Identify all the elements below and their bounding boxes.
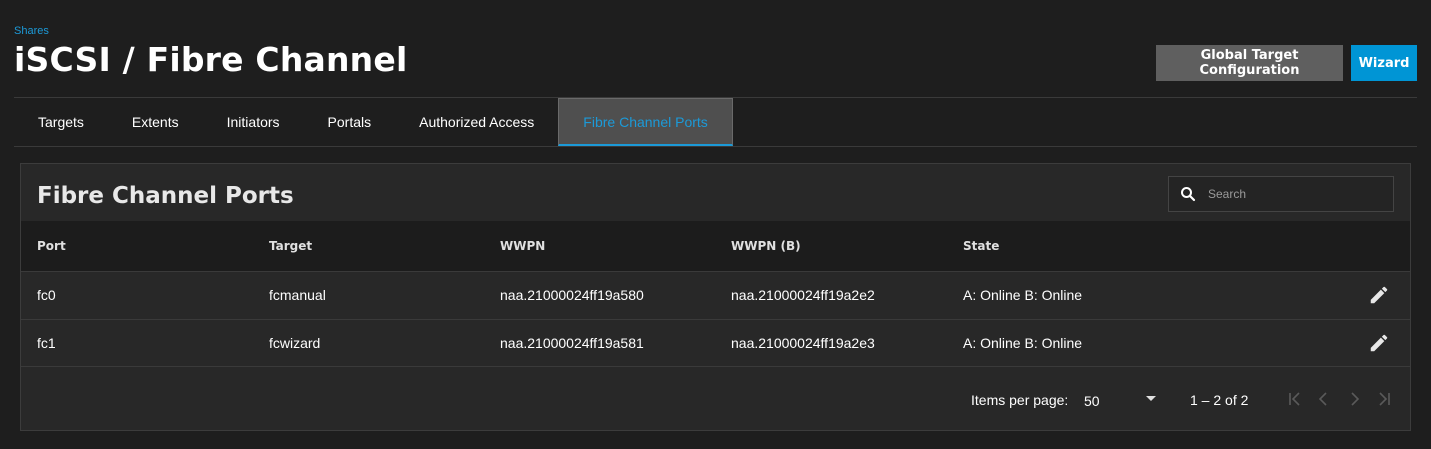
tab-initiators[interactable]: Initiators bbox=[203, 98, 304, 146]
cell-wwpn: naa.21000024ff19a581 bbox=[500, 335, 644, 351]
tab-bar: Targets Extents Initiators Portals Autho… bbox=[14, 98, 733, 146]
header-actions: Global Target Configuration Wizard bbox=[1156, 45, 1417, 81]
column-header-wwpn-b[interactable]: WWPN (B) bbox=[731, 239, 801, 253]
tab-authorized-access[interactable]: Authorized Access bbox=[395, 98, 558, 146]
column-header-target[interactable]: Target bbox=[269, 239, 312, 253]
cell-wwpn-b: naa.21000024ff19a2e3 bbox=[731, 335, 875, 351]
search-icon bbox=[1181, 187, 1196, 202]
fibre-channel-ports-card: Fibre Channel Ports Port Target WWPN WWP… bbox=[20, 163, 1411, 431]
wizard-button[interactable]: Wizard bbox=[1351, 45, 1417, 81]
column-header-wwpn[interactable]: WWPN bbox=[500, 239, 545, 253]
table-row: fc0 fcmanual naa.21000024ff19a580 naa.21… bbox=[21, 271, 1410, 319]
cell-target: fcmanual bbox=[269, 287, 326, 303]
chevron-left-icon[interactable] bbox=[1314, 389, 1334, 409]
items-per-page-select[interactable]: 50 bbox=[1084, 385, 1156, 415]
cell-port: fc1 bbox=[37, 335, 56, 351]
cell-state: A: Online B: Online bbox=[963, 335, 1083, 351]
cell-wwpn: naa.21000024ff19a580 bbox=[500, 287, 644, 303]
page-range-label: 1 – 2 of 2 bbox=[1190, 392, 1249, 408]
tab-fibre-channel-ports[interactable]: Fibre Channel Ports bbox=[558, 98, 733, 146]
caret-down-icon bbox=[1146, 396, 1156, 401]
page-title: iSCSI / Fibre Channel bbox=[14, 40, 408, 79]
table-header: Port Target WWPN WWPN (B) State bbox=[21, 221, 1410, 271]
first-page-icon[interactable] bbox=[1285, 389, 1305, 409]
tab-portals[interactable]: Portals bbox=[304, 98, 396, 146]
cell-state: A: Online B: Online bbox=[963, 287, 1083, 303]
table-row: fc1 fcwizard naa.21000024ff19a581 naa.21… bbox=[21, 319, 1410, 367]
pencil-icon[interactable] bbox=[1368, 332, 1390, 354]
chevron-right-icon[interactable] bbox=[1344, 389, 1364, 409]
search-input[interactable] bbox=[1208, 187, 1378, 201]
column-header-port[interactable]: Port bbox=[37, 239, 66, 253]
column-header-state[interactable]: State bbox=[963, 239, 999, 253]
paginator: Items per page: 50 1 – 2 of 2 bbox=[21, 367, 1410, 431]
tab-targets[interactable]: Targets bbox=[14, 98, 108, 146]
tab-extents[interactable]: Extents bbox=[108, 98, 203, 146]
cell-port: fc0 bbox=[37, 287, 56, 303]
tabs-divider bbox=[14, 146, 1417, 147]
pencil-icon[interactable] bbox=[1368, 284, 1390, 306]
global-target-configuration-button[interactable]: Global Target Configuration bbox=[1156, 45, 1343, 81]
cell-wwpn-b: naa.21000024ff19a2e2 bbox=[731, 287, 875, 303]
breadcrumb[interactable]: Shares bbox=[14, 25, 49, 37]
search-box[interactable] bbox=[1168, 176, 1394, 212]
cell-target: fcwizard bbox=[269, 335, 321, 351]
card-title: Fibre Channel Ports bbox=[37, 183, 294, 209]
items-per-page-value: 50 bbox=[1084, 393, 1100, 409]
last-page-icon[interactable] bbox=[1374, 389, 1394, 409]
items-per-page-label: Items per page: bbox=[971, 392, 1069, 408]
